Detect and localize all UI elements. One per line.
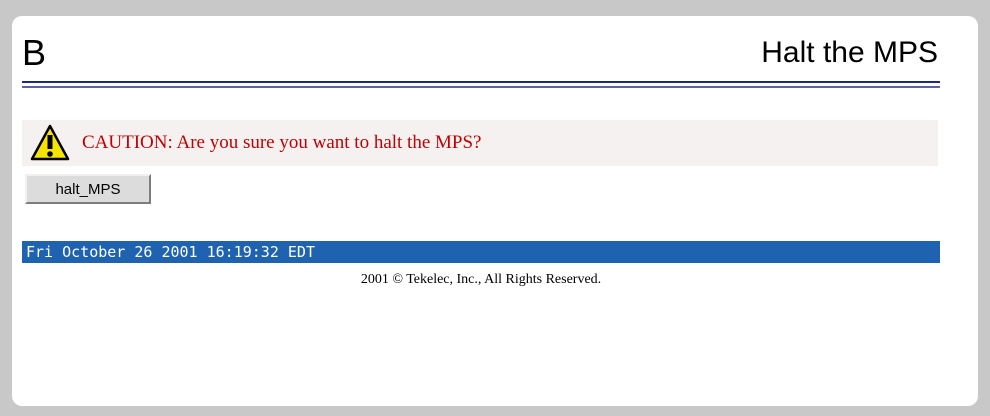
halt-mps-button[interactable]: halt_MPS (25, 174, 151, 204)
datetime-status-bar: Fri October 26 2001 16:19:32 EDT (22, 241, 940, 263)
copyright-footer: 2001 © Tekelec, Inc., All Rights Reserve… (360, 272, 602, 287)
caution-banner: CAUTION: Are you sure you want to halt t… (22, 120, 938, 166)
warning-icon (30, 124, 70, 161)
section-letter: B (22, 32, 47, 73)
caution-message: CAUTION: Are you sure you want to halt t… (82, 132, 482, 153)
header-divider-top (22, 81, 940, 83)
page-header: B Halt the MPS (22, 22, 938, 102)
page-title: Halt the MPS (761, 36, 938, 69)
header-divider-bottom (22, 86, 940, 88)
